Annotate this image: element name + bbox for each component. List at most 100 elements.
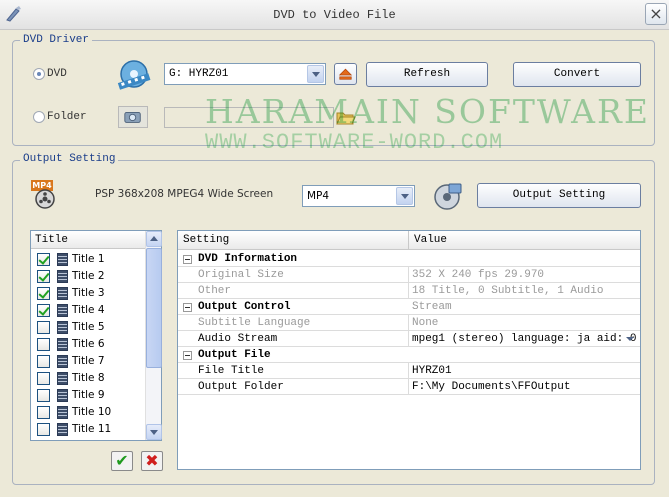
collapse-icon[interactable] (183, 351, 192, 360)
title-label: Title 10 (72, 406, 112, 418)
eject-icon (338, 68, 353, 80)
film-reel-small-icon (35, 189, 55, 209)
ok-button[interactable]: ✔ (111, 451, 133, 471)
title-checkbox[interactable] (37, 270, 50, 283)
film-icon (57, 406, 68, 419)
setting-value[interactable]: HYRZ01 (412, 363, 452, 379)
mp4-file-icon: MP4 (31, 180, 59, 210)
title-label: Title 5 (72, 321, 105, 333)
list-item[interactable]: Title 11 (31, 421, 145, 438)
film-icon (57, 423, 68, 436)
title-checkbox[interactable] (37, 423, 50, 436)
list-item[interactable]: Title 9 (31, 387, 145, 404)
setting-value[interactable]: F:\My Documents\FFOutput (412, 379, 570, 395)
film-icon (57, 304, 68, 317)
title-checkbox[interactable] (37, 355, 50, 368)
film-icon (57, 338, 68, 351)
refresh-button[interactable]: Refresh (366, 62, 488, 87)
section-title: DVD Information (198, 253, 298, 265)
column-divider (408, 331, 409, 347)
title-bar: DVD to Video File × (0, 0, 669, 30)
collapse-icon[interactable] (183, 303, 192, 312)
cancel-button[interactable]: ✖ (141, 451, 163, 471)
list-item[interactable]: Title 2 (31, 268, 145, 285)
table-row[interactable]: Output Folder F:\My Documents\FFOutput (178, 379, 640, 395)
collapse-icon[interactable] (183, 255, 192, 264)
film-icon (57, 287, 68, 300)
column-divider (408, 379, 409, 395)
list-item[interactable]: Title 3 (31, 285, 145, 302)
convert-button[interactable]: Convert (513, 62, 641, 87)
format-select-value: MP4 (307, 190, 330, 202)
table-row[interactable]: File Title HYRZ01 (178, 363, 640, 379)
setting-value: None (412, 317, 439, 329)
column-divider (408, 283, 409, 299)
chevron-down-icon[interactable] (625, 334, 636, 345)
output-setting-button[interactable]: Output Setting (477, 183, 641, 208)
setting-name: Other (198, 285, 232, 297)
format-select[interactable]: MP4 (302, 185, 415, 207)
title-checkbox[interactable] (37, 253, 50, 266)
setting-column-header[interactable]: Setting (178, 231, 409, 250)
title-label: Title 1 (72, 253, 105, 265)
setting-name: Audio Stream (198, 333, 278, 345)
list-item[interactable]: Title 8 (31, 370, 145, 387)
close-button[interactable]: × (645, 3, 667, 25)
film-icon (57, 355, 68, 368)
folder-radio-label: Folder (47, 111, 87, 123)
watermark-url: WWW.SOFTWARE-WORD.COM (205, 130, 504, 155)
title-checkbox[interactable] (37, 338, 50, 351)
chevron-down-icon[interactable] (396, 187, 413, 205)
section-title: Output Control (198, 301, 291, 313)
table-row[interactable]: Audio Stream mpeg1 (stereo) language: ja … (178, 331, 640, 347)
grid-section-row[interactable]: Output File (178, 347, 640, 363)
eject-button[interactable] (334, 63, 357, 85)
folder-icon-button[interactable] (118, 106, 148, 128)
film-icon (57, 321, 68, 334)
title-checkbox[interactable] (37, 406, 50, 419)
grid-section-row[interactable]: DVD Information (178, 251, 640, 267)
film-icon (57, 389, 68, 402)
title-list[interactable]: Title Title 1 Title 2 Title 3 Title 4 Title … (30, 230, 162, 441)
title-label: Title 7 (72, 355, 105, 367)
column-divider (408, 315, 409, 331)
list-item[interactable]: Title 10 (31, 404, 145, 421)
chevron-down-icon[interactable] (307, 65, 324, 83)
title-label: Title 2 (72, 270, 105, 282)
title-list-scrollbar[interactable] (145, 231, 162, 440)
setting-name: Original Size (198, 269, 284, 281)
scroll-up-button[interactable] (146, 231, 162, 247)
title-checkbox[interactable] (37, 304, 50, 317)
scroll-down-button[interactable] (146, 424, 162, 440)
list-item[interactable]: Title 1 (31, 251, 145, 268)
title-checkbox[interactable] (37, 372, 50, 385)
folder-radio[interactable] (33, 111, 45, 123)
scroll-thumb[interactable] (146, 248, 162, 368)
title-checkbox[interactable] (37, 389, 50, 402)
table-row[interactable]: Subtitle Language None (178, 315, 640, 331)
watermark-logo: HARAMAIN SOFTWARE (205, 92, 650, 131)
setting-name: Output Folder (198, 381, 284, 393)
title-list-header: Title (31, 231, 145, 249)
drive-select-value: G: HYRZ01 (169, 68, 229, 80)
window-title: DVD to Video File (273, 8, 396, 22)
title-label: Title 6 (72, 338, 105, 350)
column-divider (408, 363, 409, 379)
list-item[interactable]: Title 4 (31, 302, 145, 319)
list-item[interactable]: Title 5 (31, 319, 145, 336)
setting-value[interactable]: mpeg1 (stereo) language: ja aid: 0 (412, 331, 636, 347)
title-checkbox[interactable] (37, 287, 50, 300)
setting-name: File Title (198, 365, 265, 377)
table-row[interactable]: Original Size 352 X 240 fps 29.970 (178, 267, 640, 283)
drive-select[interactable]: G: HYRZ01 (164, 63, 326, 85)
media-profile-icon (434, 183, 462, 210)
list-item[interactable]: Title 7 (31, 353, 145, 370)
grid-section-row[interactable]: Output Control (178, 299, 640, 315)
title-checkbox[interactable] (37, 321, 50, 334)
value-column-header[interactable]: Value (409, 231, 640, 250)
list-item[interactable]: Title 6 (31, 336, 145, 353)
dvd-radio[interactable] (33, 68, 45, 80)
settings-grid[interactable]: Setting Value DVD Information Original Si… (177, 230, 641, 470)
setting-name: Subtitle Language (198, 317, 311, 329)
table-row[interactable]: Other 18 Title, 0 Subtitle, 1 Audio Strea… (178, 283, 640, 313)
